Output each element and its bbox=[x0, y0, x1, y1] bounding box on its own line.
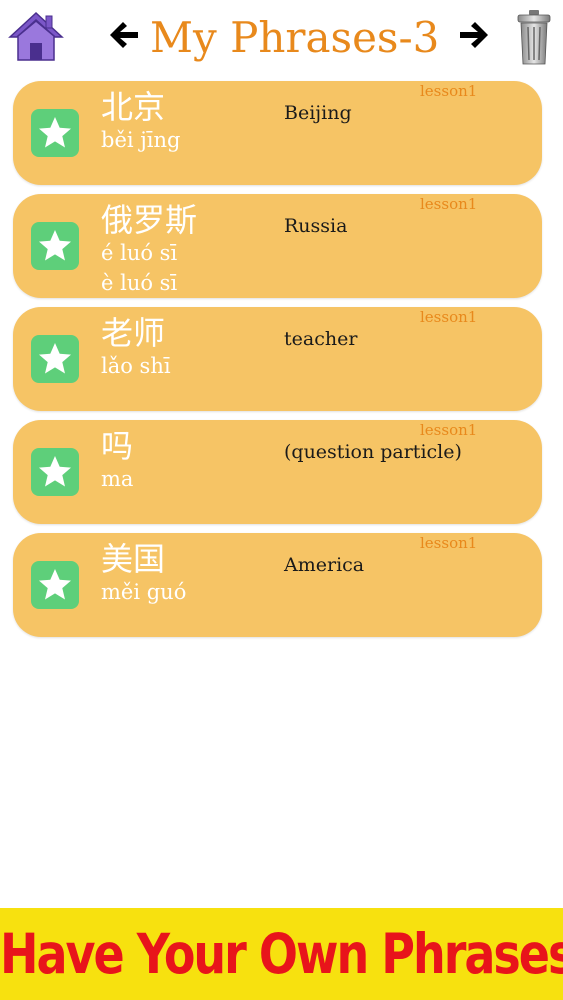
phrase-pinyin: běi jīng bbox=[101, 128, 181, 152]
promo-banner[interactable]: Have Your Own Phrases bbox=[0, 908, 563, 1000]
previous-page-button[interactable] bbox=[108, 20, 140, 50]
phrase-meaning: America bbox=[284, 554, 365, 576]
next-page-button[interactable] bbox=[458, 20, 490, 50]
phrase-card[interactable]: 美国 měi guó America lesson1 bbox=[13, 533, 542, 637]
star-icon bbox=[39, 230, 71, 261]
star-icon bbox=[39, 343, 71, 374]
phrase-list: 北京 běi jīng Beijing lesson1 俄罗斯 é luó sī… bbox=[13, 81, 542, 646]
favorite-button[interactable] bbox=[31, 335, 79, 383]
lesson-label: lesson1 bbox=[420, 195, 478, 213]
arrow-right-icon bbox=[460, 22, 488, 48]
phrase-hanzi: 老师 bbox=[101, 314, 166, 352]
page-title: My Phrases-3 bbox=[150, 13, 440, 62]
phrase-pinyin: lǎo shī bbox=[101, 354, 171, 378]
star-icon bbox=[39, 569, 71, 600]
phrase-meaning: (question particle) bbox=[284, 441, 462, 463]
home-button[interactable] bbox=[8, 10, 64, 64]
phrase-card[interactable]: 北京 běi jīng Beijing lesson1 bbox=[13, 81, 542, 185]
phrase-hanzi: 俄罗斯 bbox=[101, 201, 198, 239]
phrase-pinyin: é luó sī bbox=[101, 241, 178, 265]
favorite-button[interactable] bbox=[31, 448, 79, 496]
favorite-button[interactable] bbox=[31, 222, 79, 270]
house-icon bbox=[8, 11, 64, 61]
phrase-hanzi: 吗 bbox=[101, 427, 134, 465]
favorite-button[interactable] bbox=[31, 561, 79, 609]
arrow-left-icon bbox=[110, 22, 138, 48]
phrase-card[interactable]: 老师 lǎo shī teacher lesson1 bbox=[13, 307, 542, 411]
trash-icon bbox=[517, 10, 551, 65]
phrase-hanzi: 美国 bbox=[101, 540, 166, 578]
phrase-pinyin: měi guó bbox=[101, 580, 187, 604]
phrase-meaning: Beijing bbox=[284, 102, 352, 124]
lesson-label: lesson1 bbox=[420, 82, 478, 100]
phrase-meaning: teacher bbox=[284, 328, 358, 350]
phrase-pinyin-alt: è luó sī bbox=[101, 271, 178, 295]
phrase-hanzi: 北京 bbox=[101, 88, 166, 126]
lesson-label: lesson1 bbox=[420, 421, 478, 439]
star-icon bbox=[39, 456, 71, 487]
delete-button[interactable] bbox=[514, 8, 554, 68]
phrase-pinyin: ma bbox=[101, 467, 134, 491]
phrase-card[interactable]: 吗 ma (question particle) lesson1 bbox=[13, 420, 542, 524]
lesson-label: lesson1 bbox=[420, 534, 478, 552]
phrase-meaning: Russia bbox=[284, 215, 348, 237]
lesson-label: lesson1 bbox=[420, 308, 478, 326]
top-bar: My Phrases-3 bbox=[0, 0, 563, 78]
phrase-card[interactable]: 俄罗斯 é luó sī è luó sī Russia lesson1 bbox=[13, 194, 542, 298]
favorite-button[interactable] bbox=[31, 109, 79, 157]
star-icon bbox=[39, 117, 71, 148]
banner-text: Have Your Own Phrases bbox=[0, 921, 563, 987]
